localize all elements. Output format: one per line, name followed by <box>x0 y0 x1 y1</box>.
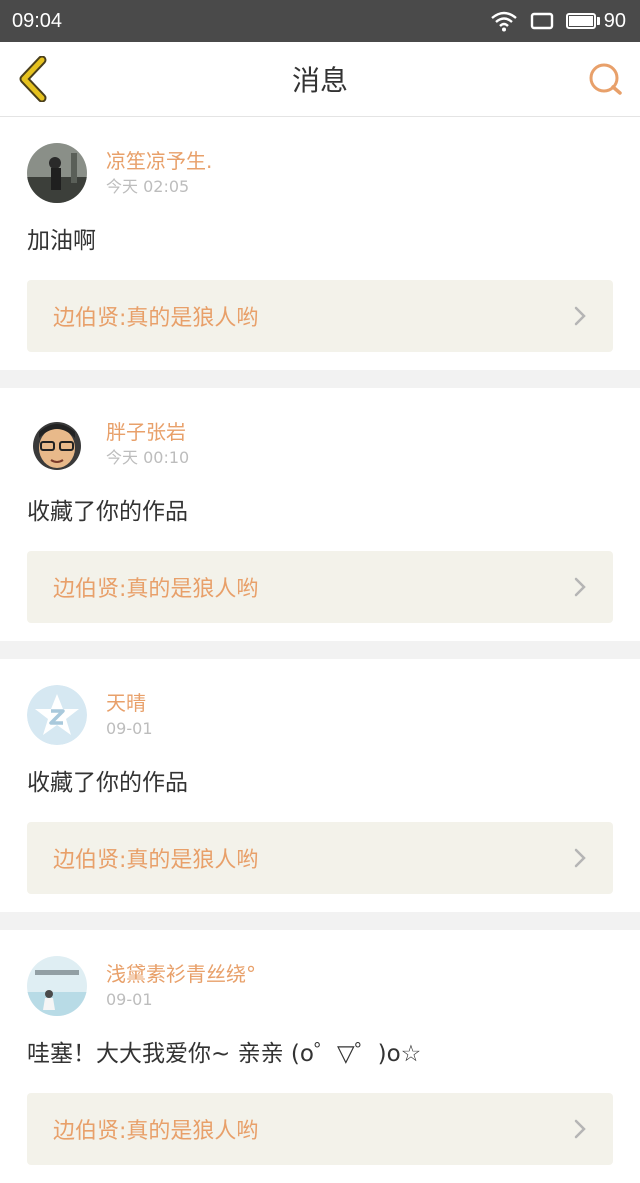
battery-level: 90 <box>603 9 626 32</box>
nav-bar: 消息 <box>0 42 640 117</box>
username[interactable]: 凉笙凉予生. <box>106 148 212 174</box>
message-content: 哇塞！大大我爱你~ 亲亲 (o゜▽゜)o☆ <box>27 1041 422 1067</box>
message-card[interactable]: 胖子张岩 今天 00:10 收藏了你的作品 边伯贤:真的是狼人哟 <box>0 388 640 641</box>
username[interactable]: 浅黛素衫青丝绕° <box>106 961 256 987</box>
referenced-work-title: 边伯贤:真的是狼人哟 <box>53 1119 259 1144</box>
chevron-right-icon <box>574 1119 586 1139</box>
username[interactable]: 天晴 <box>106 690 153 716</box>
avatar[interactable] <box>27 143 87 203</box>
username[interactable]: 胖子张岩 <box>106 419 189 445</box>
chevron-right-icon <box>574 848 586 868</box>
status-bar: 09:04 90 <box>0 0 640 42</box>
message-content: 收藏了你的作品 <box>27 770 188 796</box>
referenced-work-title: 边伯贤:真的是狼人哟 <box>53 306 259 331</box>
avatar[interactable] <box>27 414 87 474</box>
referenced-work[interactable]: 边伯贤:真的是狼人哟 <box>27 280 613 352</box>
referenced-work[interactable]: 边伯贤:真的是狼人哟 <box>27 822 613 894</box>
timestamp: 09-01 <box>106 990 153 1009</box>
default-avatar-star-icon <box>27 685 87 745</box>
referenced-work[interactable]: 边伯贤:真的是狼人哟 <box>27 1093 613 1165</box>
battery-icon <box>565 13 596 29</box>
battery-indicator: 90 <box>565 9 626 33</box>
referenced-work-title: 边伯贤:真的是狼人哟 <box>53 848 259 873</box>
referenced-work[interactable]: 边伯贤:真的是狼人哟 <box>27 551 613 623</box>
page-title: 消息 <box>291 64 348 97</box>
timestamp: 今天 02:05 <box>106 177 190 196</box>
avatar[interactable] <box>27 956 87 1016</box>
timestamp: 今天 00:10 <box>106 448 190 467</box>
message-content: 收藏了你的作品 <box>27 499 188 525</box>
timestamp: 09-01 <box>106 719 153 738</box>
message-card[interactable]: 凉笙凉予生. 今天 02:05 加油啊 边伯贤:真的是狼人哟 <box>0 117 640 370</box>
referenced-work-title: 边伯贤:真的是狼人哟 <box>53 577 259 602</box>
avatar-photo-icon <box>27 956 87 1016</box>
avatar[interactable] <box>27 685 87 745</box>
screen-rotate-icon <box>530 12 553 30</box>
chevron-right-icon <box>574 577 586 597</box>
back-arrow-icon[interactable] <box>14 56 54 102</box>
message-content: 加油啊 <box>27 228 96 254</box>
avatar-cartoon-icon <box>27 414 87 474</box>
status-time: 09:04 <box>12 9 63 32</box>
wifi-icon <box>490 11 517 32</box>
message-card[interactable]: 浅黛素衫青丝绕° 09-01 哇塞！大大我爱你~ 亲亲 (o゜▽゜)o☆ 边伯贤… <box>0 930 640 1183</box>
message-list: 凉笙凉予生. 今天 02:05 加油啊 边伯贤:真的是狼人哟 胖子张岩 今天 0… <box>0 117 640 1183</box>
search-icon[interactable] <box>586 60 626 100</box>
avatar-photo-icon <box>27 143 87 203</box>
chevron-right-icon <box>574 306 586 326</box>
message-card[interactable]: 天晴 09-01 收藏了你的作品 边伯贤:真的是狼人哟 <box>0 659 640 912</box>
